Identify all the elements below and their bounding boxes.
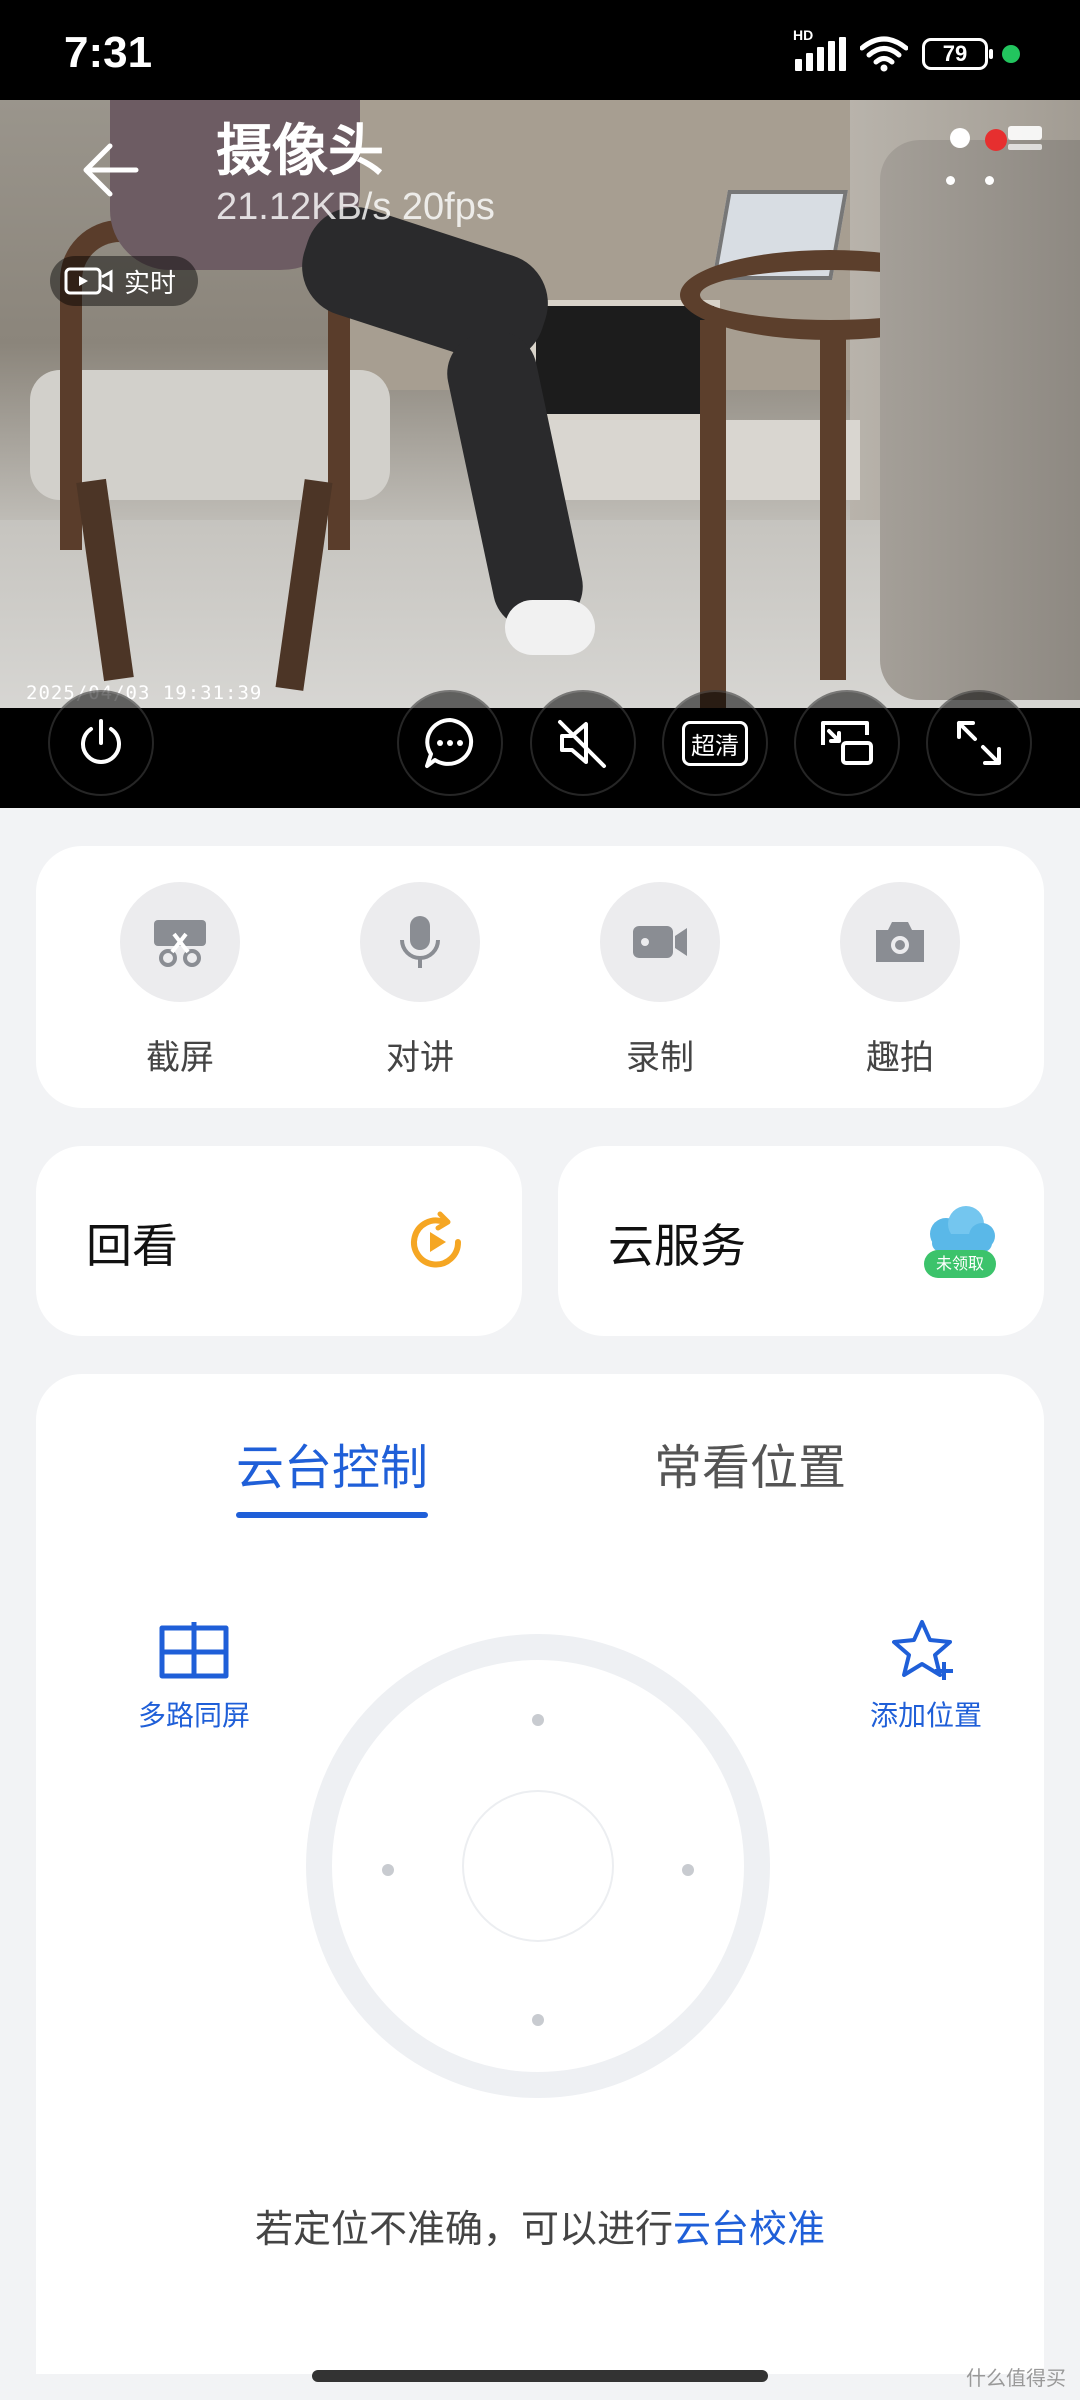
quality-button[interactable]: 超清 (662, 690, 768, 796)
mute-button[interactable] (530, 690, 636, 796)
talk-label: 对讲 (386, 1038, 454, 1078)
network-label: HD (793, 27, 814, 43)
camera-title: 摄像头 (216, 119, 384, 184)
calibration-hint: 若定位不准确，可以进行云台校准 (36, 2198, 1044, 2253)
battery-indicator: 79 (922, 38, 993, 70)
privacy-indicator-dot (1002, 45, 1020, 63)
camera-video-feed[interactable] (0, 100, 1080, 708)
joystick-left[interactable] (382, 1864, 394, 1876)
joystick-up[interactable] (532, 1714, 544, 1726)
playback-card[interactable]: 回看 (36, 1146, 522, 1336)
playback-icon (411, 1211, 462, 1268)
fullscreen-button[interactable] (926, 690, 1032, 796)
screenshot-label: 截屏 (146, 1038, 214, 1078)
scissors-icon (154, 920, 206, 967)
video-timestamp: 2025/04/03 19:31:39 (26, 682, 263, 704)
stream-rate: 21.12KB/s 20fps (216, 186, 495, 228)
status-bar: 7:31 HD 79 (0, 0, 1080, 100)
joystick-down[interactable] (532, 2014, 544, 2026)
video-camera-icon (633, 926, 687, 958)
live-badge: 实时 (50, 256, 199, 306)
add-position-label: 添加位置 (869, 1699, 982, 1732)
calibration-link[interactable]: 云台校准 (673, 2207, 825, 2251)
message-button[interactable] (397, 690, 503, 796)
watermark: 什么值得买 (966, 2366, 1066, 2390)
wifi-icon (860, 36, 908, 72)
cellular-signal-icon: HD (793, 27, 846, 71)
playback-label: 回看 (86, 1219, 178, 1273)
tab-frequent-positions[interactable]: 常看位置 (654, 1428, 846, 1498)
quick-actions-card: 截屏 对讲 录制 趣拍 (36, 846, 1044, 1108)
ptz-joystick[interactable] (306, 1634, 770, 2098)
status-indicators: HD 79 (793, 27, 1020, 72)
pip-button[interactable] (794, 690, 900, 796)
mute-icon (558, 720, 606, 768)
fullscreen-icon (957, 721, 1001, 765)
live-label: 实时 (124, 268, 177, 299)
power-icon (81, 719, 121, 764)
cloud-badge: 未领取 (924, 1250, 996, 1278)
talk-button[interactable]: 对讲 (330, 882, 510, 1079)
record-label: 录制 (626, 1038, 694, 1078)
add-position-button[interactable]: 添加位置 (836, 1618, 1016, 1734)
cloud-service-card[interactable]: 云服务 未领取 (558, 1146, 1044, 1336)
power-button[interactable] (48, 690, 154, 796)
message-icon (425, 718, 474, 768)
home-indicator[interactable] (312, 2370, 768, 2382)
quality-label: 超清 (691, 731, 739, 760)
fun-shot-button[interactable]: 趣拍 (810, 882, 990, 1079)
camera-icon (876, 922, 924, 962)
cloud-icon (930, 1206, 995, 1252)
quality-label-box: 超清 (682, 720, 748, 766)
multi-screen-icon (159, 1622, 229, 1679)
multi-screen-label: 多路同屏 (137, 1699, 250, 1732)
tab-ptz-control[interactable]: 云台控制 (236, 1428, 428, 1498)
joystick-center[interactable] (462, 1790, 614, 1942)
microphone-icon (400, 916, 440, 968)
calibration-text: 若定位不准确，可以进行 (254, 2207, 673, 2251)
star-add-icon (892, 1620, 953, 1680)
active-tab-indicator (236, 1512, 428, 1518)
screenshot-button[interactable]: 截屏 (90, 882, 270, 1079)
fun-shot-label: 趣拍 (866, 1038, 934, 1078)
record-button[interactable]: 录制 (570, 882, 750, 1079)
status-time: 7:31 (64, 28, 153, 77)
more-options-icon[interactable] (946, 176, 994, 185)
back-arrow-icon[interactable] (76, 136, 140, 200)
ptz-control-card: 云台控制 常看位置 多路同屏 添加位置 若定位不准确，可以进行云台校准 (36, 1374, 1044, 2374)
picture-in-picture-icon (821, 721, 873, 765)
brand-logo (950, 126, 1042, 151)
multi-screen-button[interactable]: 多路同屏 (104, 1618, 284, 1734)
joystick-right[interactable] (682, 1864, 694, 1876)
live-video-icon (64, 267, 113, 295)
cloud-label: 云服务 (608, 1219, 746, 1273)
